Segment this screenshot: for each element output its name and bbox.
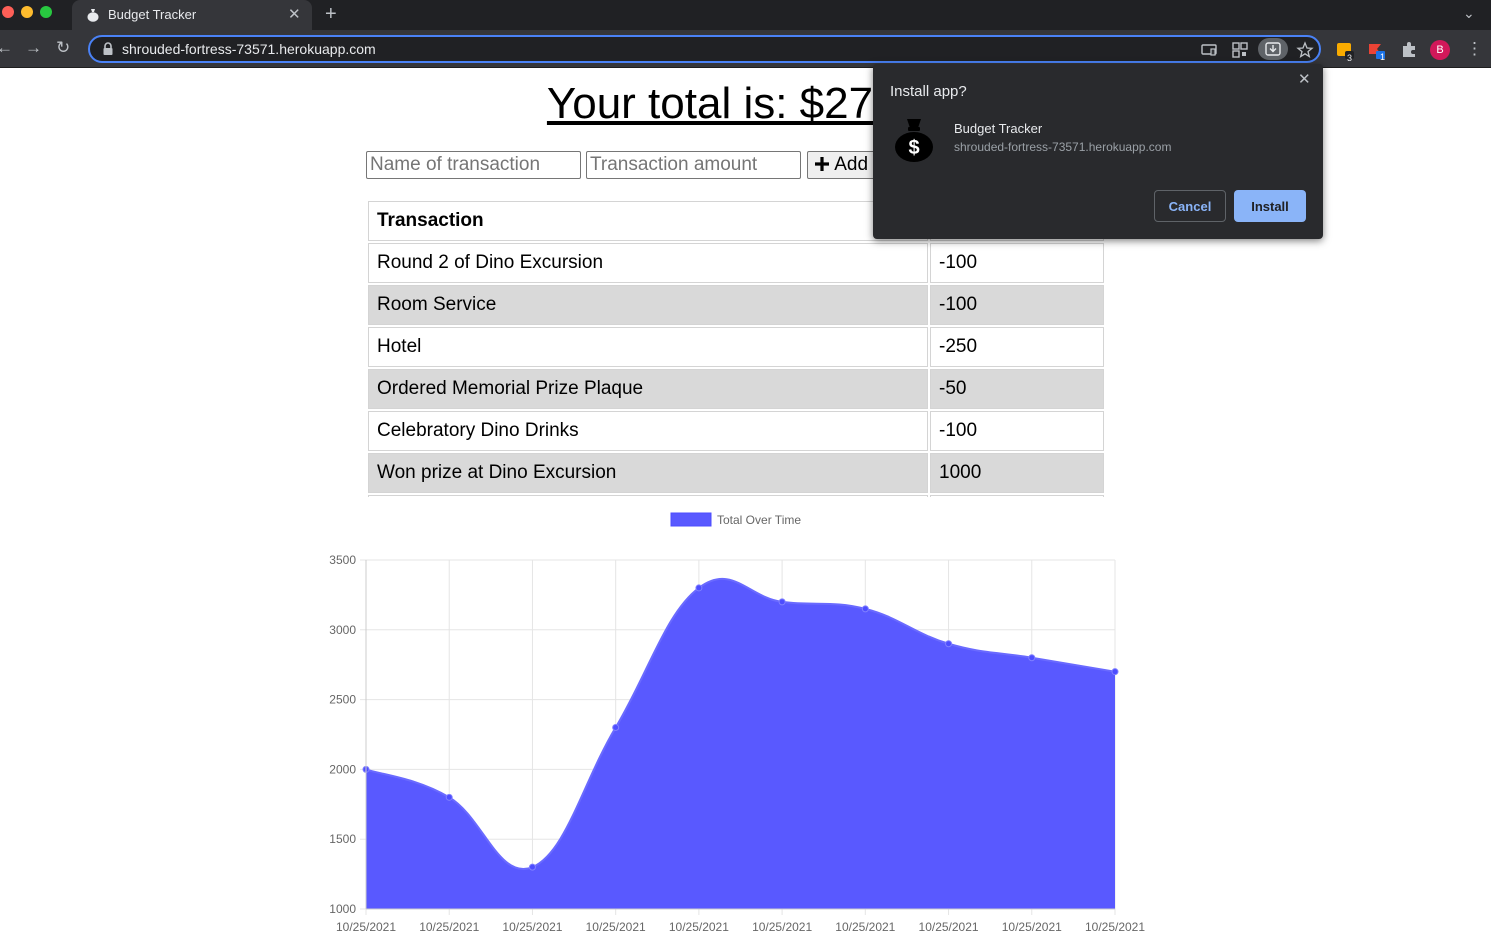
legend-swatch bbox=[670, 512, 712, 527]
x-tick-label: 10/25/2021 bbox=[919, 920, 979, 934]
x-tick-label: 10/25/2021 bbox=[835, 920, 895, 934]
x-tick-label: 10/25/2021 bbox=[669, 920, 729, 934]
money-bag-icon bbox=[87, 9, 99, 22]
avatar[interactable]: B bbox=[1430, 40, 1450, 60]
table-row: Celebratory Dino Drinks -100 bbox=[368, 411, 1104, 451]
star-icon[interactable] bbox=[1296, 41, 1314, 59]
x-tick-label: 10/25/2021 bbox=[1085, 920, 1145, 934]
download-icon bbox=[1265, 42, 1281, 56]
y-tick-label: 1500 bbox=[329, 832, 356, 846]
table-row: Room Service -100 bbox=[368, 285, 1104, 325]
transaction-name-cell: Room Service bbox=[368, 285, 928, 325]
extension-badge: 3 bbox=[1347, 53, 1353, 63]
x-tick-label: 10/25/2021 bbox=[586, 920, 646, 934]
transaction-name-cell: Ordered Memorial Prize Plaque bbox=[368, 369, 928, 409]
cancel-button[interactable]: Cancel bbox=[1154, 190, 1226, 222]
data-point bbox=[861, 605, 869, 613]
forward-icon[interactable]: → bbox=[25, 38, 42, 58]
data-point bbox=[612, 724, 620, 732]
transaction-amount-cell: -100 bbox=[930, 411, 1104, 451]
table-row: Won prize at Dino Excursion 1000 bbox=[368, 453, 1104, 493]
app-url: shrouded-fortress-73571.herokuapp.com bbox=[954, 140, 1172, 154]
area-fill bbox=[366, 578, 1115, 909]
transaction-amount-cell: -100 bbox=[930, 285, 1104, 325]
extension-badge: 1 bbox=[1380, 52, 1386, 62]
transaction-amount-input[interactable] bbox=[586, 151, 801, 179]
data-point bbox=[1111, 668, 1119, 676]
y-tick-label: 3500 bbox=[329, 553, 356, 567]
cast-icon[interactable] bbox=[1200, 41, 1218, 59]
zoom-window-button[interactable] bbox=[40, 6, 52, 18]
transaction-amount-cell: 1000 bbox=[930, 453, 1104, 493]
data-point bbox=[528, 863, 536, 871]
transaction-name-cell: Round 2 of Dino Excursion bbox=[368, 243, 928, 283]
table-row: Hotel -250 bbox=[368, 327, 1104, 367]
data-point bbox=[945, 640, 953, 648]
transaction-amount-cell bbox=[930, 495, 1104, 497]
add-button-label: Add bbox=[834, 154, 869, 175]
close-tab-icon[interactable]: ✕ bbox=[288, 5, 301, 23]
plus-icon bbox=[815, 157, 829, 171]
url-text: shrouded-fortress-73571.herokuapp.com bbox=[122, 41, 376, 57]
lock-icon bbox=[103, 42, 113, 55]
total-over-time-chart: 1000 1500 2000 2500 3000 3500 10/25/2021 10/25/… bbox=[329, 512, 1145, 934]
data-point bbox=[695, 584, 703, 592]
transaction-name-cell bbox=[368, 495, 928, 497]
x-tick-label: 10/25/2021 bbox=[502, 920, 562, 934]
legend-label: Total Over Time bbox=[717, 513, 801, 527]
puzzle-icon[interactable] bbox=[1400, 41, 1418, 59]
svg-text:$: $ bbox=[908, 137, 919, 159]
table-row: Ordered Memorial Prize Plaque -50 bbox=[368, 369, 1104, 409]
x-tick-label: 10/25/2021 bbox=[752, 920, 812, 934]
browser-toolbar: ← → ↻ shrouded-fortress-73571.herokuapp.… bbox=[0, 30, 1491, 68]
money-bag-icon: $ bbox=[895, 119, 933, 162]
transactions-table: Transaction Round 2 of Dino Excursion -1… bbox=[366, 199, 1106, 497]
install-button[interactable]: Install bbox=[1234, 190, 1306, 222]
tab-budget-tracker[interactable]: Budget Tracker ✕ bbox=[72, 0, 312, 30]
menu-icon[interactable]: ⋮ bbox=[1466, 39, 1483, 59]
y-tick-label: 2500 bbox=[329, 693, 356, 707]
x-tick-label: 10/25/2021 bbox=[419, 920, 479, 934]
install-app-button[interactable] bbox=[1258, 38, 1288, 60]
install-app-dialog: Install app? ✕ $ Budget Tracker shrouded… bbox=[873, 64, 1323, 239]
back-icon[interactable]: ← bbox=[0, 38, 13, 58]
address-bar[interactable]: shrouded-fortress-73571.herokuapp.com bbox=[88, 35, 1321, 63]
new-tab-icon[interactable]: + bbox=[325, 3, 337, 26]
transaction-column-header: Transaction bbox=[368, 201, 928, 241]
data-point bbox=[445, 793, 453, 801]
x-tick-label: 10/25/2021 bbox=[1002, 920, 1062, 934]
table-row bbox=[368, 495, 1104, 497]
transaction-name-input[interactable] bbox=[366, 151, 581, 179]
transaction-amount-cell: -250 bbox=[930, 327, 1104, 367]
y-tick-label: 1000 bbox=[329, 902, 356, 916]
data-point bbox=[1028, 654, 1036, 662]
app-name: Budget Tracker bbox=[954, 121, 1043, 136]
close-window-button[interactable] bbox=[2, 6, 14, 18]
transaction-name-cell: Won prize at Dino Excursion bbox=[368, 453, 928, 493]
y-tick-label: 3000 bbox=[329, 623, 356, 637]
dialog-title: Install app? bbox=[890, 83, 967, 100]
tab-strip: Budget Tracker ✕ + ⌄ bbox=[0, 0, 1491, 30]
tab-title: Budget Tracker bbox=[108, 7, 197, 22]
transaction-name-cell: Hotel bbox=[368, 327, 928, 367]
y-tick-label: 2000 bbox=[329, 762, 356, 776]
transaction-amount-cell: -50 bbox=[930, 369, 1104, 409]
close-icon[interactable]: ✕ bbox=[1298, 70, 1311, 88]
qr-code-icon[interactable] bbox=[1231, 41, 1249, 59]
minimize-window-button[interactable] bbox=[21, 6, 33, 18]
data-point bbox=[778, 598, 786, 606]
table-row: Round 2 of Dino Excursion -100 bbox=[368, 243, 1104, 283]
chevron-down-icon[interactable]: ⌄ bbox=[1463, 5, 1475, 22]
reload-icon[interactable]: ↻ bbox=[56, 38, 70, 58]
transaction-amount-cell: -100 bbox=[930, 243, 1104, 283]
x-tick-label: 10/25/2021 bbox=[336, 920, 396, 934]
transaction-name-cell: Celebratory Dino Drinks bbox=[368, 411, 928, 451]
